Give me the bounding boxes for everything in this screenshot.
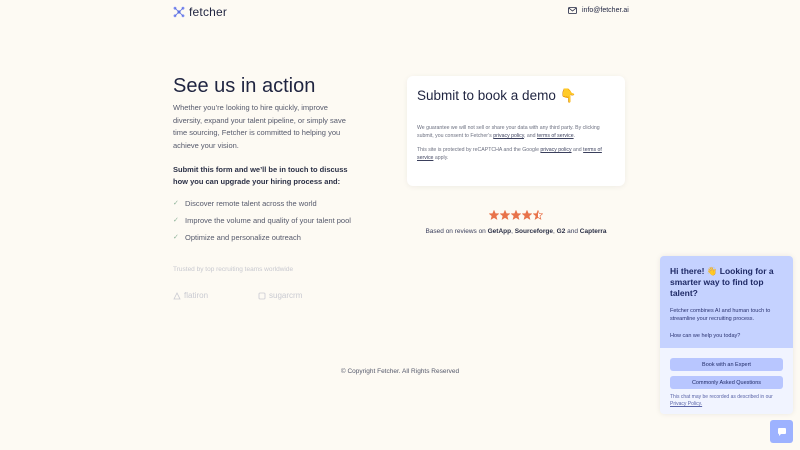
check-icon: ✓ — [173, 234, 179, 241]
check-icon: ✓ — [173, 200, 179, 207]
benefits-list: ✓ Discover remote talent across the world… — [173, 198, 353, 244]
review-site-g2: G2 — [556, 228, 566, 235]
partner-logo-sugarcrm: sugarcrm — [258, 291, 302, 300]
star-rating — [407, 210, 625, 220]
review-site-capterra: Capterra — [579, 228, 607, 235]
star-icon — [500, 210, 510, 220]
sugarcrm-logo-icon — [258, 292, 266, 299]
star-icon — [522, 210, 532, 220]
data-guarantee-text: We guarantee we will not sell or share y… — [417, 125, 600, 139]
review-site-sourceforge: Sourceforge — [514, 228, 554, 235]
form-title: Submit to book a demo 👇 — [417, 88, 577, 103]
star-icon — [489, 210, 499, 220]
check-icon: ✓ — [173, 217, 179, 224]
partner-logo-flatiron: flatiron — [173, 291, 208, 300]
star-icon — [511, 210, 521, 220]
trusted-text: Trusted by top recruiting teams worldwid… — [173, 266, 294, 273]
flatiron-logo-icon — [173, 291, 181, 299]
fetcher-logo[interactable]: fetcher — [173, 5, 227, 19]
chat-options: Book with an Expert Commonly Asked Quest… — [660, 348, 793, 408]
faq-button[interactable]: Commonly Asked Questions — [670, 376, 783, 389]
review-site-getapp: GetApp — [487, 228, 512, 235]
top-bar: fetcher info@fetcher.ai — [0, 0, 800, 24]
chat-widget: Hi there! 👋 Looking for a smarter way to… — [660, 256, 793, 414]
email-link[interactable]: info@fetcher.ai — [568, 7, 629, 14]
list-item: ✓ Improve the volume and quality of your … — [173, 216, 351, 225]
mail-icon — [568, 7, 577, 14]
list-item: ✓ Discover remote talent across the world — [173, 199, 317, 208]
chat-privacy-link[interactable]: Privacy Policy. — [670, 401, 702, 407]
chat-launcher-button[interactable] — [770, 420, 793, 443]
privacy-policy-link[interactable]: privacy policy — [493, 133, 524, 139]
list-item: ✓ Optimize and personalize outreach — [173, 233, 301, 242]
terms-of-service-link[interactable]: terms of service — [537, 133, 574, 139]
intro-text: Whether you’re looking to hire quickly, … — [173, 103, 346, 150]
star-icon — [533, 210, 543, 220]
hero-section: See us in action Whether you’re looking … — [173, 76, 353, 300]
reviews-section: Based on reviews on GetApp, Sourceforge,… — [407, 210, 625, 235]
chat-question: How can we help you today? — [670, 333, 741, 339]
reviews-text: Based on reviews on GetApp, Sourceforge,… — [425, 228, 607, 235]
chat-heading: Hi there! 👋 Looking for a smarter way to… — [670, 266, 774, 298]
partner-logos: flatiron sugarcrm — [173, 291, 353, 300]
chat-bubble-icon — [777, 427, 786, 436]
email-text: info@fetcher.ai — [582, 7, 629, 14]
google-privacy-link[interactable]: privacy policy — [540, 147, 571, 153]
lead-text: Submit this form and we’ll be in touch t… — [173, 165, 348, 186]
fetcher-logo-icon — [173, 6, 185, 18]
demo-form-card: Submit to book a demo 👇 We guarantee we … — [407, 76, 625, 186]
chat-body: Fetcher combines AI and human touch to s… — [670, 308, 771, 322]
recaptcha-text: This site is protected by reCAPTCHA and … — [417, 147, 602, 161]
chat-header: Hi there! 👋 Looking for a smarter way to… — [660, 256, 793, 348]
chat-recording-note: This chat may be recorded as described i… — [670, 394, 773, 407]
logo-text: fetcher — [189, 5, 228, 19]
book-expert-button[interactable]: Book with an Expert — [670, 358, 783, 371]
page-title: See us in action — [173, 75, 316, 97]
